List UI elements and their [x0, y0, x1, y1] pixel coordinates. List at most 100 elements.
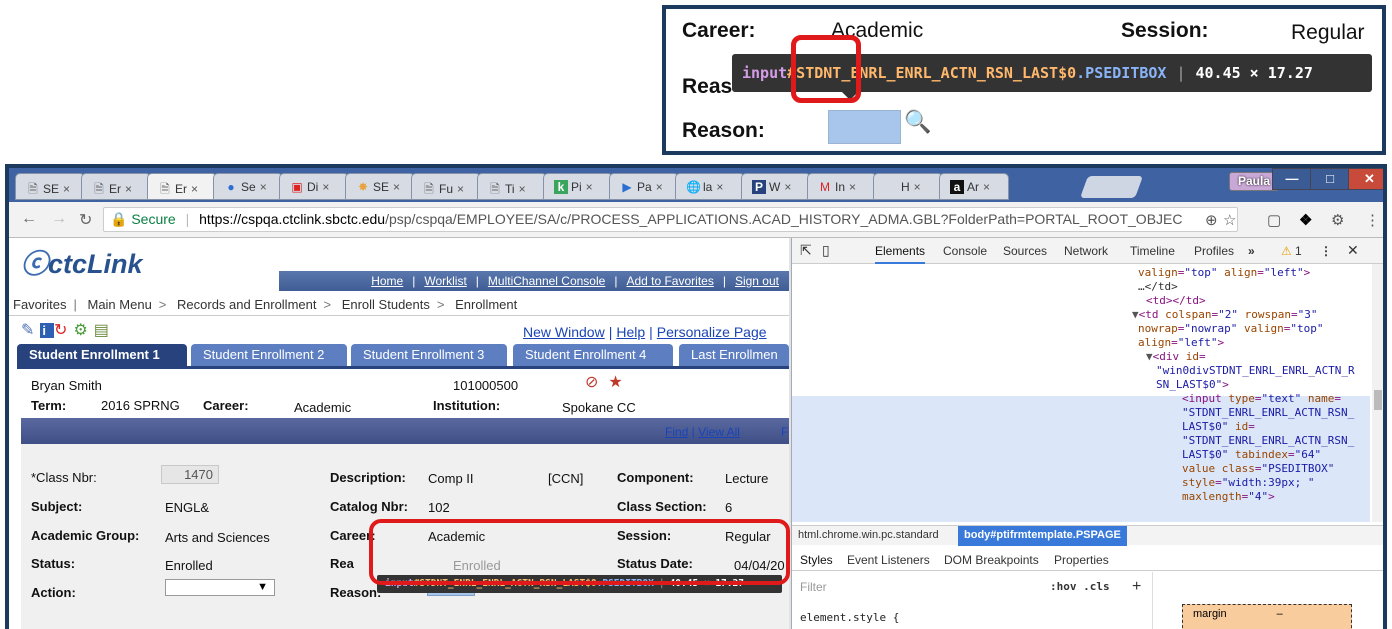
tab-event-listeners[interactable]: Event Listeners — [847, 553, 930, 567]
tab-timeline[interactable]: Timeline — [1130, 244, 1175, 258]
tab-elements[interactable]: Elements — [875, 244, 926, 264]
tab-student-enrollment-2[interactable]: Student Enrollment 2 — [191, 344, 347, 366]
refresh-icon[interactable]: ↻ — [54, 322, 73, 339]
tab-dom-breakpoints[interactable]: DOM Breakpoints — [944, 553, 1039, 567]
close-tab-icon[interactable]: × — [519, 182, 526, 196]
browser-tab[interactable]: M In × — [807, 173, 877, 200]
close-tab-icon[interactable]: × — [716, 180, 723, 194]
action-select[interactable]: ▼ — [165, 579, 275, 596]
career-label: Career: — [682, 19, 756, 42]
browser-tab[interactable]: 🗎 Er × — [147, 173, 217, 200]
close-tab-icon[interactable]: × — [322, 180, 329, 194]
browser-tab[interactable]: 🗎 Ti × — [477, 173, 547, 200]
search-icon[interactable]: 🔍 — [904, 109, 931, 135]
close-tab-icon[interactable]: × — [914, 180, 921, 194]
close-tab-icon[interactable]: × — [849, 180, 856, 194]
bookmark-star-icon[interactable]: ☆ — [1223, 211, 1236, 229]
close-tab-icon[interactable]: × — [983, 180, 990, 194]
browser-tab[interactable]: a Ar × — [939, 173, 1009, 200]
tab-student-enrollment-3[interactable]: Student Enrollment 3 — [351, 344, 507, 366]
devtools-close-icon[interactable]: ✕ — [1347, 242, 1359, 259]
tab-last-enrollment[interactable]: Last Enrollmen — [679, 344, 789, 366]
browser-tab[interactable]: ✸ SE × — [345, 173, 415, 200]
view-all-link[interactable]: View All — [698, 425, 740, 439]
new-window-link[interactable]: New Window — [523, 324, 605, 340]
tab-sources[interactable]: Sources — [1003, 244, 1047, 258]
close-tab-icon[interactable]: × — [457, 182, 464, 196]
extension-3-icon[interactable]: ⚙ — [1331, 211, 1344, 229]
close-tab-icon[interactable]: × — [125, 182, 132, 196]
device-icon[interactable]: ▯ — [822, 242, 830, 259]
browser-tab[interactable]: 🌐 la × — [675, 173, 745, 200]
personalize-link[interactable]: Personalize Page — [657, 324, 767, 340]
dom-scrollbar[interactable] — [1372, 264, 1383, 522]
address-bar[interactable]: 🔒 Secure | https://cspqa.ctclink.sbctc.e… — [103, 207, 1238, 232]
crumb-html[interactable]: html.chrome.win.pc.standard — [798, 529, 939, 541]
browser-tab[interactable]: ▶ Pa × — [609, 173, 679, 200]
back-icon[interactable]: ← — [21, 210, 37, 228]
close-tab-icon[interactable]: × — [260, 180, 267, 194]
browser-tab[interactable]: 🗎 Fu × — [411, 173, 481, 200]
reload-icon[interactable]: ↻ — [79, 210, 92, 230]
browser-tab[interactable]: ● Se × — [213, 173, 283, 200]
close-tab-icon[interactable]: × — [191, 182, 198, 196]
menu-enrollment[interactable]: Enrollment — [455, 297, 517, 312]
close-tab-icon[interactable]: × — [586, 180, 593, 194]
pencil-icon[interactable]: ✎ — [21, 322, 40, 339]
tab-profiles[interactable]: Profiles — [1194, 244, 1234, 258]
close-tab-icon[interactable]: × — [656, 180, 663, 194]
extension-icon[interactable]: ▢ — [1267, 211, 1281, 229]
forward-icon[interactable]: → — [51, 210, 67, 228]
element-style-rule[interactable]: element.style { — [800, 611, 899, 624]
class-nbr-field[interactable]: 1470 — [161, 465, 219, 484]
tab-properties[interactable]: Properties — [1054, 553, 1109, 567]
close-tab-icon[interactable]: × — [393, 180, 400, 194]
tab-network[interactable]: Network — [1064, 244, 1108, 258]
tab-student-enrollment-1[interactable]: Student Enrollment 1 — [17, 344, 187, 366]
browser-tab[interactable]: 🗎 Er × — [81, 173, 151, 200]
browser-tab[interactable]: P W × — [741, 173, 811, 200]
nav-multichannel[interactable]: MultiChannel Console — [488, 274, 605, 288]
maximize-button[interactable]: □ — [1310, 168, 1350, 190]
gear-icon[interactable]: ⚙ — [73, 322, 93, 339]
nav-sign-out[interactable]: Sign out — [735, 274, 779, 288]
minimize-button[interactable]: — — [1272, 168, 1312, 190]
browser-tab-label: SE — [373, 180, 390, 194]
first-link[interactable]: Fi — [781, 425, 789, 439]
devtools-menu-icon[interactable]: ⋮ — [1320, 244, 1332, 258]
new-tab-button[interactable] — [1079, 176, 1144, 198]
menu-records[interactable]: Records and Enrollment — [177, 297, 316, 312]
extension-2-icon[interactable]: ❖ — [1299, 211, 1312, 229]
menu-main[interactable]: Main Menu — [87, 297, 151, 312]
crumb-body[interactable]: body#ptifrmtemplate.PSPAGE — [958, 526, 1127, 546]
help-link[interactable]: Help — [616, 324, 645, 340]
zoom-icon[interactable]: ⊕ — [1205, 211, 1218, 229]
filter-input[interactable]: Filter — [800, 580, 827, 594]
nav-home[interactable]: Home — [371, 274, 403, 288]
browser-tab[interactable]: H × — [873, 173, 943, 200]
menu-favorites[interactable]: Favorites — [13, 297, 66, 312]
inspect-icon[interactable]: ⇱ — [800, 242, 812, 259]
browser-tab[interactable]: 🗎 SE × — [15, 173, 85, 200]
nav-worklist[interactable]: Worklist — [424, 274, 466, 288]
close-tab-icon[interactable]: × — [784, 180, 791, 194]
add-style-icon[interactable]: + — [1132, 578, 1141, 596]
browser-tab-label: Ti — [505, 182, 515, 196]
browser-tab[interactable]: ▣ Di × — [279, 173, 349, 200]
close-tab-icon[interactable]: × — [63, 182, 70, 196]
nav-add-favorites[interactable]: Add to Favorites — [626, 274, 713, 288]
hov-cls-toggle[interactable]: :hov .cls — [1050, 580, 1110, 593]
menu-enroll-students[interactable]: Enroll Students — [342, 297, 430, 312]
tab-styles[interactable]: Styles — [800, 553, 833, 567]
find-link[interactable]: Find — [665, 425, 688, 439]
menu-icon[interactable]: ⋮ — [1365, 211, 1380, 229]
browser-tab[interactable]: k Pi × — [543, 173, 613, 200]
close-window-button[interactable]: ✕ — [1348, 168, 1383, 190]
tab-console[interactable]: Console — [943, 244, 987, 258]
chart-icon[interactable]: ▤ — [94, 322, 115, 339]
tab-student-enrollment-4[interactable]: Student Enrollment 4 — [513, 344, 673, 366]
reason-input-zoomed[interactable] — [828, 110, 901, 144]
warning-icon[interactable]: ⚠ — [1281, 244, 1292, 258]
info-icon[interactable]: i — [40, 323, 55, 338]
more-tabs-icon[interactable]: » — [1248, 244, 1255, 258]
